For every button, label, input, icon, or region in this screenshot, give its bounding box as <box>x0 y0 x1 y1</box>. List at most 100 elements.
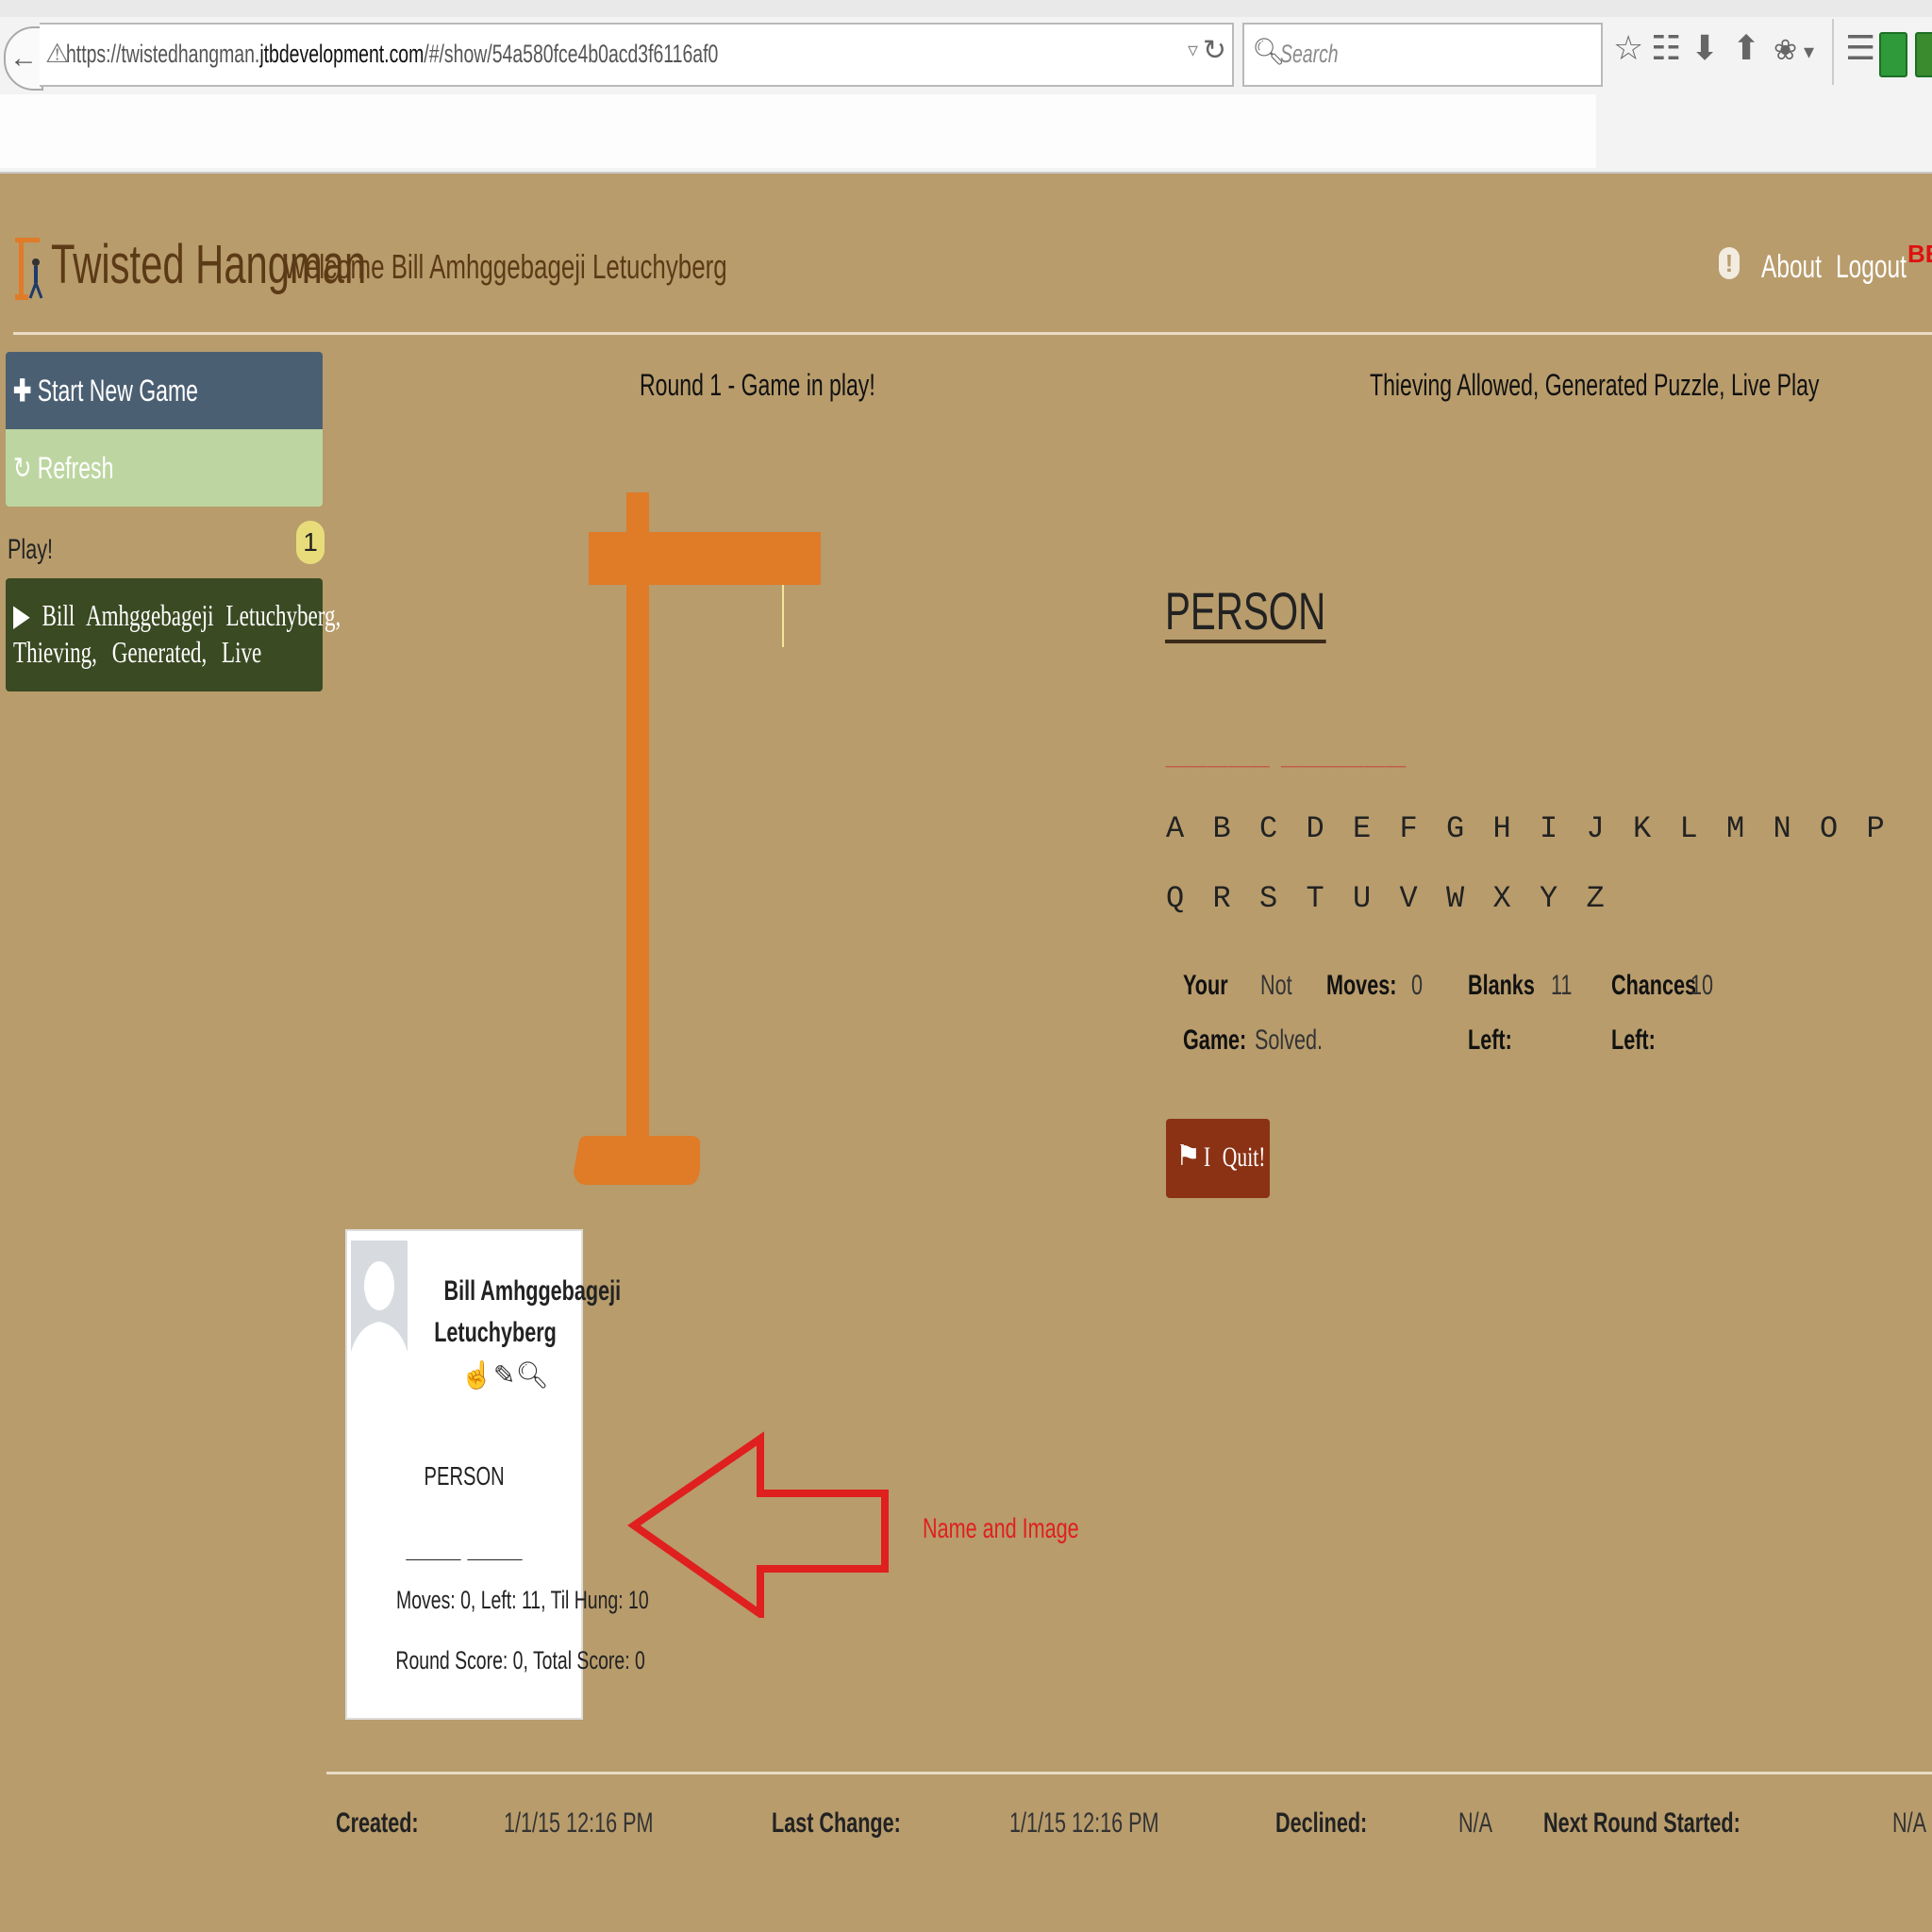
declined-value: N/A <box>1458 1807 1493 1839</box>
letter-key-d[interactable]: D <box>1307 811 1324 846</box>
search-bar[interactable]: 🔍︎ Search <box>1242 23 1603 87</box>
card-stats-text: Moves: 0, Left: 11, Til Hung: 10 <box>396 1586 649 1614</box>
puzzle-blanks: _____ ______ <box>1166 732 1407 772</box>
blanks-left-value: 11 <box>1551 970 1573 1001</box>
caret-right-icon: ▶ <box>13 598 30 632</box>
url-suffix: /#/show/54a580fce4b0acd3f6116af0 <box>424 40 719 68</box>
card-stats: Moves: 0, Left: 11, Til Hung: 10 <box>347 1586 649 1615</box>
next-round-value: N/A <box>1892 1807 1927 1839</box>
quit-button[interactable]: ⚑ I Quit! <box>1166 1119 1270 1198</box>
refresh-label: Refresh <box>37 451 114 485</box>
flag-icon: ⚑ <box>1175 1141 1201 1172</box>
letter-key-h[interactable]: H <box>1493 811 1511 846</box>
url-domain: jtbdevelopment.com <box>259 40 425 68</box>
logout-link[interactable]: Logout <box>1836 249 1907 286</box>
letter-key-s[interactable]: S <box>1259 881 1277 916</box>
letter-key-z[interactable]: Z <box>1587 881 1605 916</box>
your-game-label: Your <box>1183 970 1228 1001</box>
round-status: Round 1 - Game in play! <box>640 368 875 402</box>
url-prefix: https://twistedhangman. <box>66 40 260 68</box>
next-round-label: Next Round Started: <box>1543 1807 1740 1839</box>
letter-key-u[interactable]: U <box>1353 881 1371 916</box>
blanks-left-label: Blanks <box>1468 970 1535 1001</box>
about-link[interactable]: About <box>1761 249 1822 286</box>
gallows-image <box>574 492 821 1185</box>
letter-key-c[interactable]: C <box>1259 811 1277 846</box>
dropdown-icon[interactable]: ▿ <box>1188 38 1198 62</box>
refresh-icon: ↻ <box>13 451 32 485</box>
your-game-label-2: Game: <box>1183 1024 1247 1056</box>
blanks-left-label-2: Left: <box>1468 1024 1512 1056</box>
header-divider <box>13 332 1932 335</box>
welcome-message: Welcome Bill Amhggebageji Letuchyberg <box>283 247 727 286</box>
clipboard-icon[interactable]: ☷ <box>1651 28 1681 68</box>
created-label: Created: <box>336 1807 419 1839</box>
search-icon[interactable]: 🔍︎ <box>515 1360 549 1390</box>
star-icon[interactable]: ☆ <box>1613 28 1643 68</box>
card-category: PERSON <box>347 1461 581 1491</box>
letter-key-m[interactable]: M <box>1726 811 1744 846</box>
home-icon[interactable]: ⬆ <box>1732 28 1760 68</box>
player-name: Bill Amhggebageji Letuchyberg <box>409 1271 621 1354</box>
url-text: https://twistedhangman.jtbdevelopment.co… <box>66 40 718 69</box>
search-placeholder: Search <box>1280 40 1339 68</box>
chances-left-label-2: Left: <box>1611 1024 1656 1056</box>
letter-key-l[interactable]: L <box>1680 811 1698 846</box>
letter-key-p[interactable]: P <box>1867 811 1885 846</box>
letter-key-f[interactable]: F <box>1400 811 1418 846</box>
letter-key-i[interactable]: I <box>1540 811 1557 846</box>
tab-strip-top <box>0 0 1932 17</box>
reload-icon[interactable]: ↻ <box>1203 34 1226 67</box>
start-new-game-button[interactable]: ✚ Start New Game <box>6 352 323 429</box>
menu-icon[interactable]: ☰ <box>1845 28 1875 68</box>
letter-key-n[interactable]: N <box>1774 811 1791 846</box>
bookmarks-bar <box>0 94 1596 168</box>
letter-key-g[interactable]: G <box>1446 811 1464 846</box>
play-count-badge: 1 <box>296 521 325 564</box>
created-value: 1/1/15 12:16 PM <box>504 1807 654 1839</box>
game-list-item[interactable]: ▶ Bill Amhggebageji Letuchyberg, Thievin… <box>6 578 341 691</box>
moves-label: Moves: <box>1326 970 1397 1001</box>
chances-left-label: Chances <box>1611 970 1697 1001</box>
quit-label: I Quit! <box>1204 1141 1266 1173</box>
avatar <box>351 1241 408 1378</box>
refresh-button[interactable]: ↻ Refresh <box>6 429 323 507</box>
dropdown-icon[interactable]: ▾ <box>1804 40 1814 64</box>
extension-icon[interactable] <box>1879 32 1907 77</box>
back-arrow-icon[interactable]: ← <box>4 26 43 91</box>
url-bar[interactable]: ⚠ https://twistedhangman.jtbdevelopment.… <box>40 23 1234 87</box>
letter-key-w[interactable]: W <box>1446 881 1464 916</box>
help-icon[interactable]: ! <box>1719 247 1740 279</box>
game-features: Thieving Allowed, Generated Puzzle, Live… <box>1370 368 1820 402</box>
letter-key-t[interactable]: T <box>1307 881 1324 916</box>
last-change-label: Last Change: <box>772 1807 901 1839</box>
player-card: Bill Amhggebageji Letuchyberg ☝✎🔍︎ PERSO… <box>345 1229 649 1720</box>
player-name-line1: Bill Amhggebageji <box>443 1275 622 1307</box>
hangman-logo-icon <box>15 238 43 300</box>
letter-key-r[interactable]: R <box>1213 881 1231 916</box>
moves-value: 0 <box>1411 970 1424 1001</box>
download-icon[interactable]: ⬇ <box>1690 28 1719 68</box>
letter-key-b[interactable]: B <box>1213 811 1231 846</box>
letter-key-x[interactable]: X <box>1493 881 1511 916</box>
letter-key-e[interactable]: E <box>1353 811 1371 846</box>
thumbs-up-icon[interactable]: ☝ <box>460 1360 493 1390</box>
letter-key-j[interactable]: J <box>1587 811 1605 846</box>
letter-key-v[interactable]: V <box>1400 881 1418 916</box>
beta-badge: BE <box>1907 240 1932 268</box>
extension-icon[interactable]: ❀ <box>1774 34 1797 67</box>
annotation-label: Name and Image <box>923 1513 1079 1544</box>
game-entry-players: Bill Amhggebageji Letuchyberg, <box>42 598 341 632</box>
letter-key-k[interactable]: K <box>1633 811 1651 846</box>
game-entry-features: Thieving, Generated, Live <box>13 635 262 669</box>
extension-icon[interactable] <box>1915 32 1932 77</box>
letter-key-q[interactable]: Q <box>1166 881 1184 916</box>
play-section-label: Play! <box>8 534 54 565</box>
pencil-icon[interactable]: ✎ <box>493 1360 515 1390</box>
letter-key-a[interactable]: A <box>1166 811 1184 846</box>
letter-key-y[interactable]: Y <box>1540 881 1557 916</box>
puzzle-category: PERSON <box>1165 583 1326 643</box>
card-score: Round Score: 0, Total Score: 0 <box>347 1646 644 1675</box>
letter-key-o[interactable]: O <box>1820 811 1838 846</box>
plus-icon: ✚ <box>13 374 32 408</box>
